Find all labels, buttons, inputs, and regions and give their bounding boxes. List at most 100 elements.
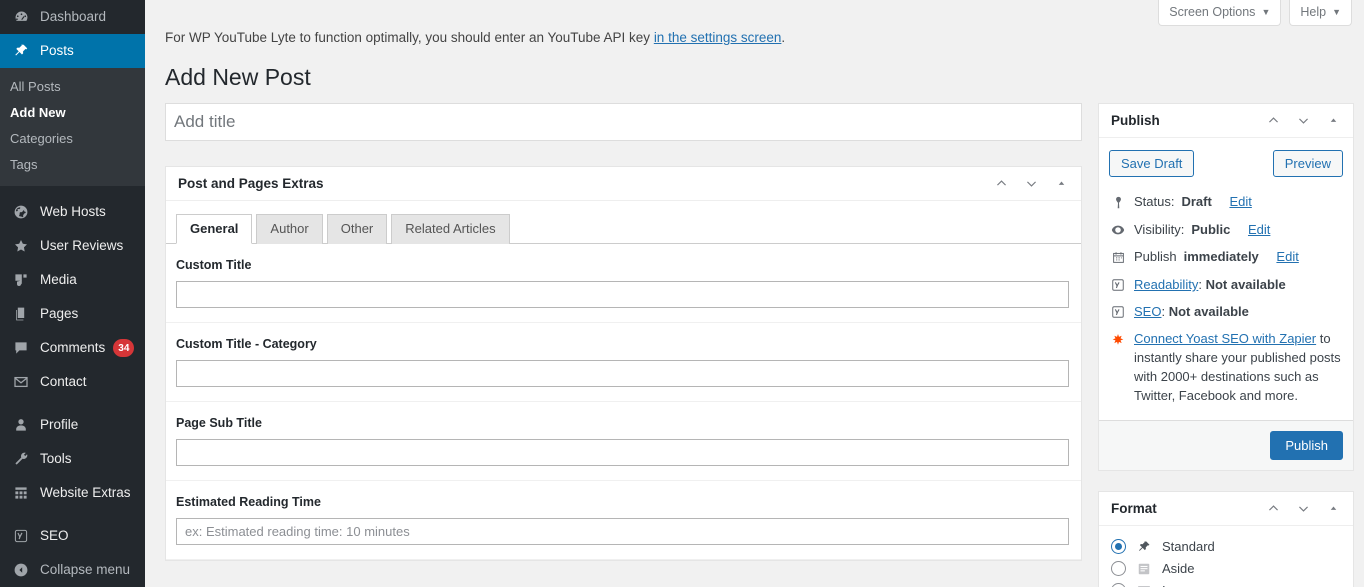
- format-panel-title: Format: [1111, 501, 1157, 517]
- publish-schedule-label: Publish: [1134, 249, 1177, 265]
- sidebar-item-posts[interactable]: Posts: [0, 34, 145, 68]
- publish-panel: Publish Save Draft Preview Status: Draft…: [1098, 102, 1354, 472]
- sidebar-collapse-menu[interactable]: Collapse menu: [0, 553, 145, 587]
- move-down-icon[interactable]: [1295, 112, 1311, 128]
- collapse-menu-label: Collapse menu: [40, 562, 131, 578]
- comment-icon: [10, 338, 32, 358]
- notice-settings-link[interactable]: in the settings screen: [654, 30, 782, 45]
- chevron-down-icon: ▼: [1332, 7, 1341, 17]
- sidebar-item-comments[interactable]: Comments 34: [0, 331, 145, 365]
- toggle-panel-icon[interactable]: [1325, 112, 1341, 128]
- custom-title-category-input[interactable]: [176, 359, 1069, 387]
- globe-icon: [10, 202, 32, 222]
- sidebar-item-profile[interactable]: Profile: [0, 408, 145, 442]
- sidebar-divider: [0, 186, 145, 195]
- publish-status-edit-link[interactable]: Edit: [1229, 192, 1251, 212]
- notice-text-after: .: [781, 30, 786, 45]
- wp-admin-screen: Dashboard Posts All Posts Add New Catego…: [0, 0, 1364, 587]
- sidebar-item-web-hosts[interactable]: Web Hosts: [0, 195, 145, 229]
- sidebar-item-dashboard[interactable]: Dashboard: [0, 0, 145, 34]
- page-sub-title-input[interactable]: [176, 438, 1069, 466]
- tab-label: Related Articles: [405, 220, 496, 236]
- zapier-link[interactable]: Connect Yoast SEO with Zapier: [1134, 331, 1316, 346]
- move-up-icon[interactable]: [1265, 112, 1281, 128]
- help-button[interactable]: Help ▼: [1289, 0, 1352, 26]
- publish-panel-footer: Publish: [1099, 420, 1353, 471]
- tab-author[interactable]: Author: [256, 213, 323, 244]
- sidebar-item-label: User Reviews: [40, 238, 124, 254]
- publish-visibility-label: Visibility:: [1134, 221, 1185, 237]
- media-icon: [10, 270, 32, 290]
- sidebar-subitem-label: All Posts: [10, 79, 61, 94]
- sidebar-subitem-tags[interactable]: Tags: [0, 152, 145, 178]
- sidebar-item-label: Dashboard: [40, 9, 107, 25]
- format-radio-aside[interactable]: [1111, 561, 1126, 577]
- sidebar-item-user-reviews[interactable]: User Reviews: [0, 229, 145, 263]
- sidebar-item-label: Tools: [40, 451, 72, 467]
- move-down-icon[interactable]: [1023, 175, 1039, 191]
- format-option-standard[interactable]: Standard: [1109, 536, 1343, 558]
- sidebar-divider: [0, 510, 145, 519]
- metabox-header[interactable]: Post and Pages Extras: [166, 167, 1081, 201]
- publish-visibility-edit-link[interactable]: Edit: [1248, 220, 1270, 240]
- publish-schedule-row: Publish immediately Edit: [1109, 244, 1343, 272]
- format-radio-image[interactable]: [1111, 583, 1126, 587]
- toggle-panel-icon[interactable]: [1053, 175, 1069, 191]
- admin-sidebar: Dashboard Posts All Posts Add New Catego…: [0, 0, 145, 587]
- readability-link[interactable]: Readability: [1134, 277, 1198, 292]
- post-title-input[interactable]: [165, 102, 1082, 141]
- publish-panel-title: Publish: [1111, 112, 1160, 128]
- envelope-icon: [10, 372, 32, 392]
- publish-button[interactable]: Publish: [1270, 431, 1343, 461]
- sidebar-item-website-extras[interactable]: Website Extras: [0, 476, 145, 510]
- screen-options-button[interactable]: Screen Options ▼: [1158, 0, 1282, 26]
- publish-zapier-row: Connect Yoast SEO with Zapier to instant…: [1109, 327, 1343, 410]
- help-label: Help: [1300, 5, 1327, 19]
- tab-general[interactable]: General: [176, 213, 253, 244]
- format-panel-controls: [1265, 501, 1341, 517]
- format-panel-header[interactable]: Format: [1099, 492, 1353, 527]
- move-down-icon[interactable]: [1295, 501, 1311, 517]
- sidebar-subitem-add-new[interactable]: Add New: [0, 100, 145, 126]
- format-option-image[interactable]: Image: [1109, 580, 1343, 587]
- publish-seo-row: SEO: Not available: [1109, 299, 1343, 327]
- field-label: Custom Title: [176, 257, 252, 272]
- sidebar-item-media[interactable]: Media: [0, 263, 145, 297]
- save-draft-button[interactable]: Save Draft: [1109, 149, 1195, 178]
- metabox-tabs: General Author Other Related Articles: [166, 201, 1081, 244]
- sidebar-item-seo[interactable]: SEO: [0, 519, 145, 553]
- format-panel-body: Standard Aside: [1099, 526, 1353, 587]
- publish-status-row: Status: Draft Edit: [1109, 189, 1343, 217]
- seo-link[interactable]: SEO: [1134, 304, 1161, 319]
- publish-visibility-value: Public: [1191, 221, 1231, 237]
- tab-related-articles[interactable]: Related Articles: [391, 213, 510, 244]
- format-option-aside[interactable]: Aside: [1109, 558, 1343, 580]
- sidebar-item-pages[interactable]: Pages: [0, 297, 145, 331]
- screen-meta-tabs: Screen Options ▼ Help ▼: [1158, 0, 1352, 26]
- move-up-icon[interactable]: [993, 175, 1009, 191]
- estimated-reading-time-input[interactable]: [176, 517, 1069, 545]
- sidebar-subitem-categories[interactable]: Categories: [0, 126, 145, 152]
- sidebar-item-contact[interactable]: Contact: [0, 365, 145, 399]
- readability-sep: :: [1198, 276, 1206, 292]
- move-up-icon[interactable]: [1265, 501, 1281, 517]
- screen-options-label: Screen Options: [1169, 5, 1256, 19]
- publish-schedule-edit-link[interactable]: Edit: [1276, 247, 1298, 267]
- metabox-controls: [993, 175, 1069, 191]
- post-and-pages-extras-metabox: Post and Pages Extras General Author Oth…: [165, 165, 1082, 561]
- toggle-panel-icon[interactable]: [1325, 501, 1341, 517]
- yoast-icon: [1109, 276, 1127, 294]
- field-label: Custom Title - Category: [176, 336, 317, 351]
- custom-title-input[interactable]: [176, 280, 1069, 308]
- sidebar-subitem-all-posts[interactable]: All Posts: [0, 74, 145, 100]
- sidebar-item-label: Web Hosts: [40, 204, 106, 220]
- publish-panel-controls: [1265, 112, 1341, 128]
- format-radio-standard[interactable]: [1111, 539, 1126, 555]
- format-option-label: Standard: [1162, 539, 1215, 555]
- preview-button[interactable]: Preview: [1272, 149, 1343, 178]
- publish-panel-header[interactable]: Publish: [1099, 104, 1353, 138]
- tab-other[interactable]: Other: [326, 213, 388, 244]
- sidebar-item-tools[interactable]: Tools: [0, 442, 145, 476]
- metabox-title: Post and Pages Extras: [178, 175, 324, 191]
- eye-icon: [1109, 221, 1127, 239]
